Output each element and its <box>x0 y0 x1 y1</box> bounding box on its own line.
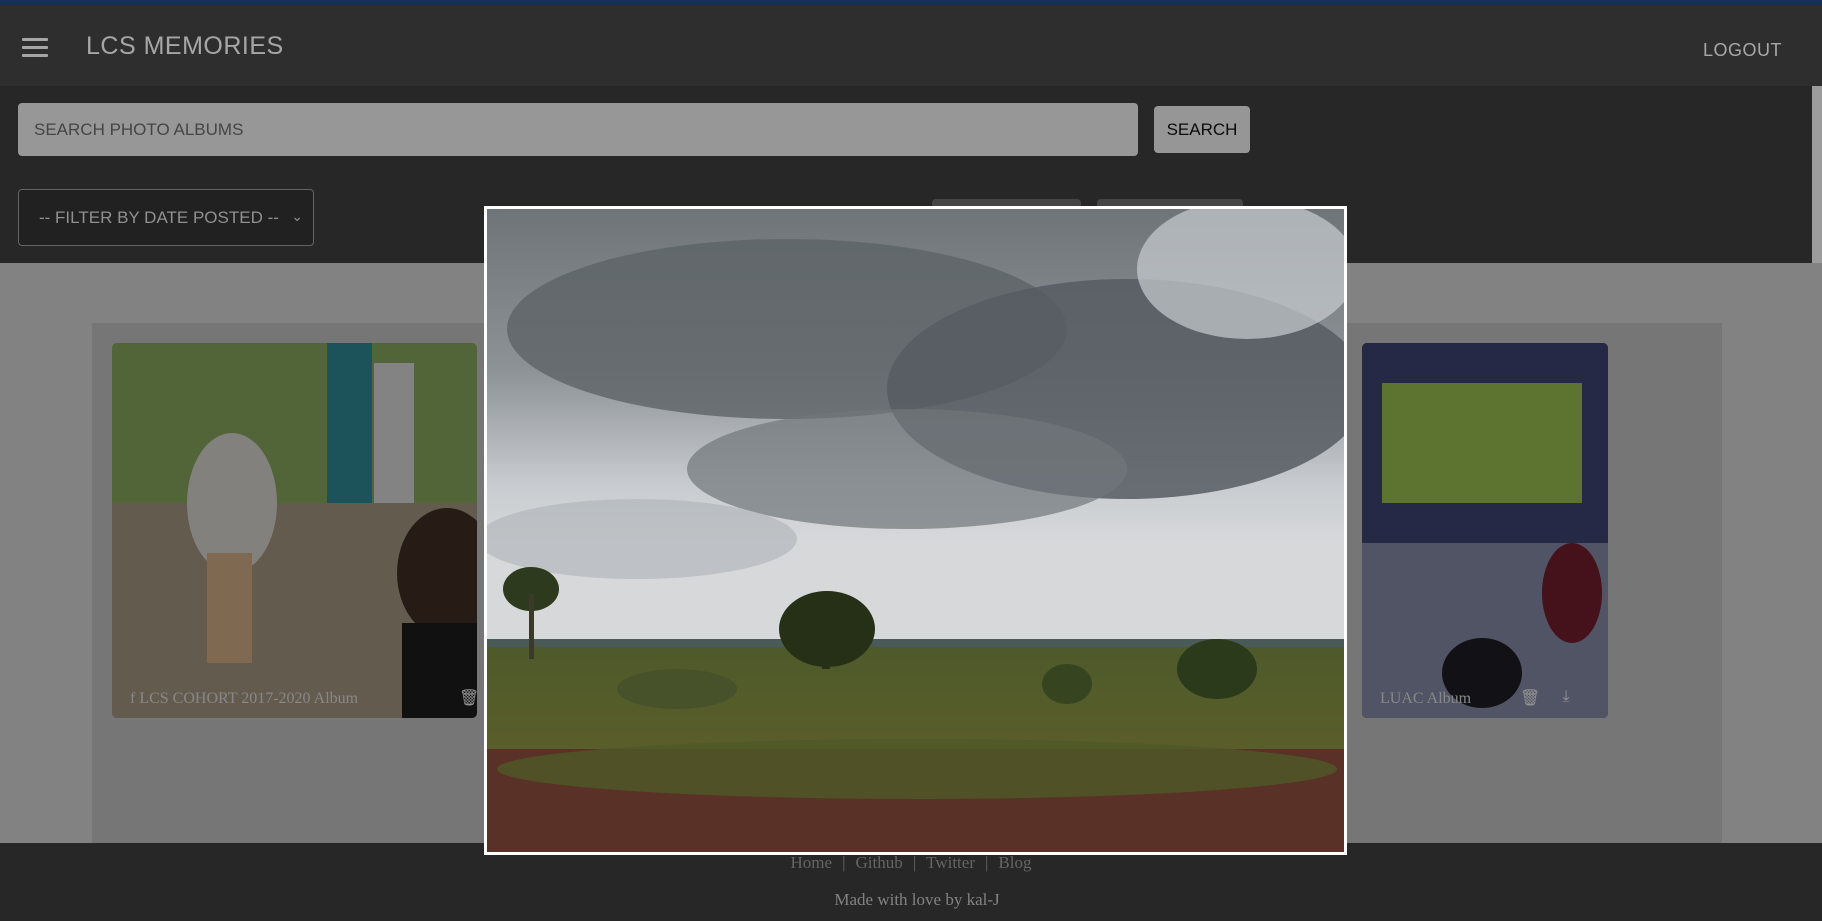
photo-preview-modal <box>484 206 1347 855</box>
landscape-photo <box>487 209 1344 852</box>
